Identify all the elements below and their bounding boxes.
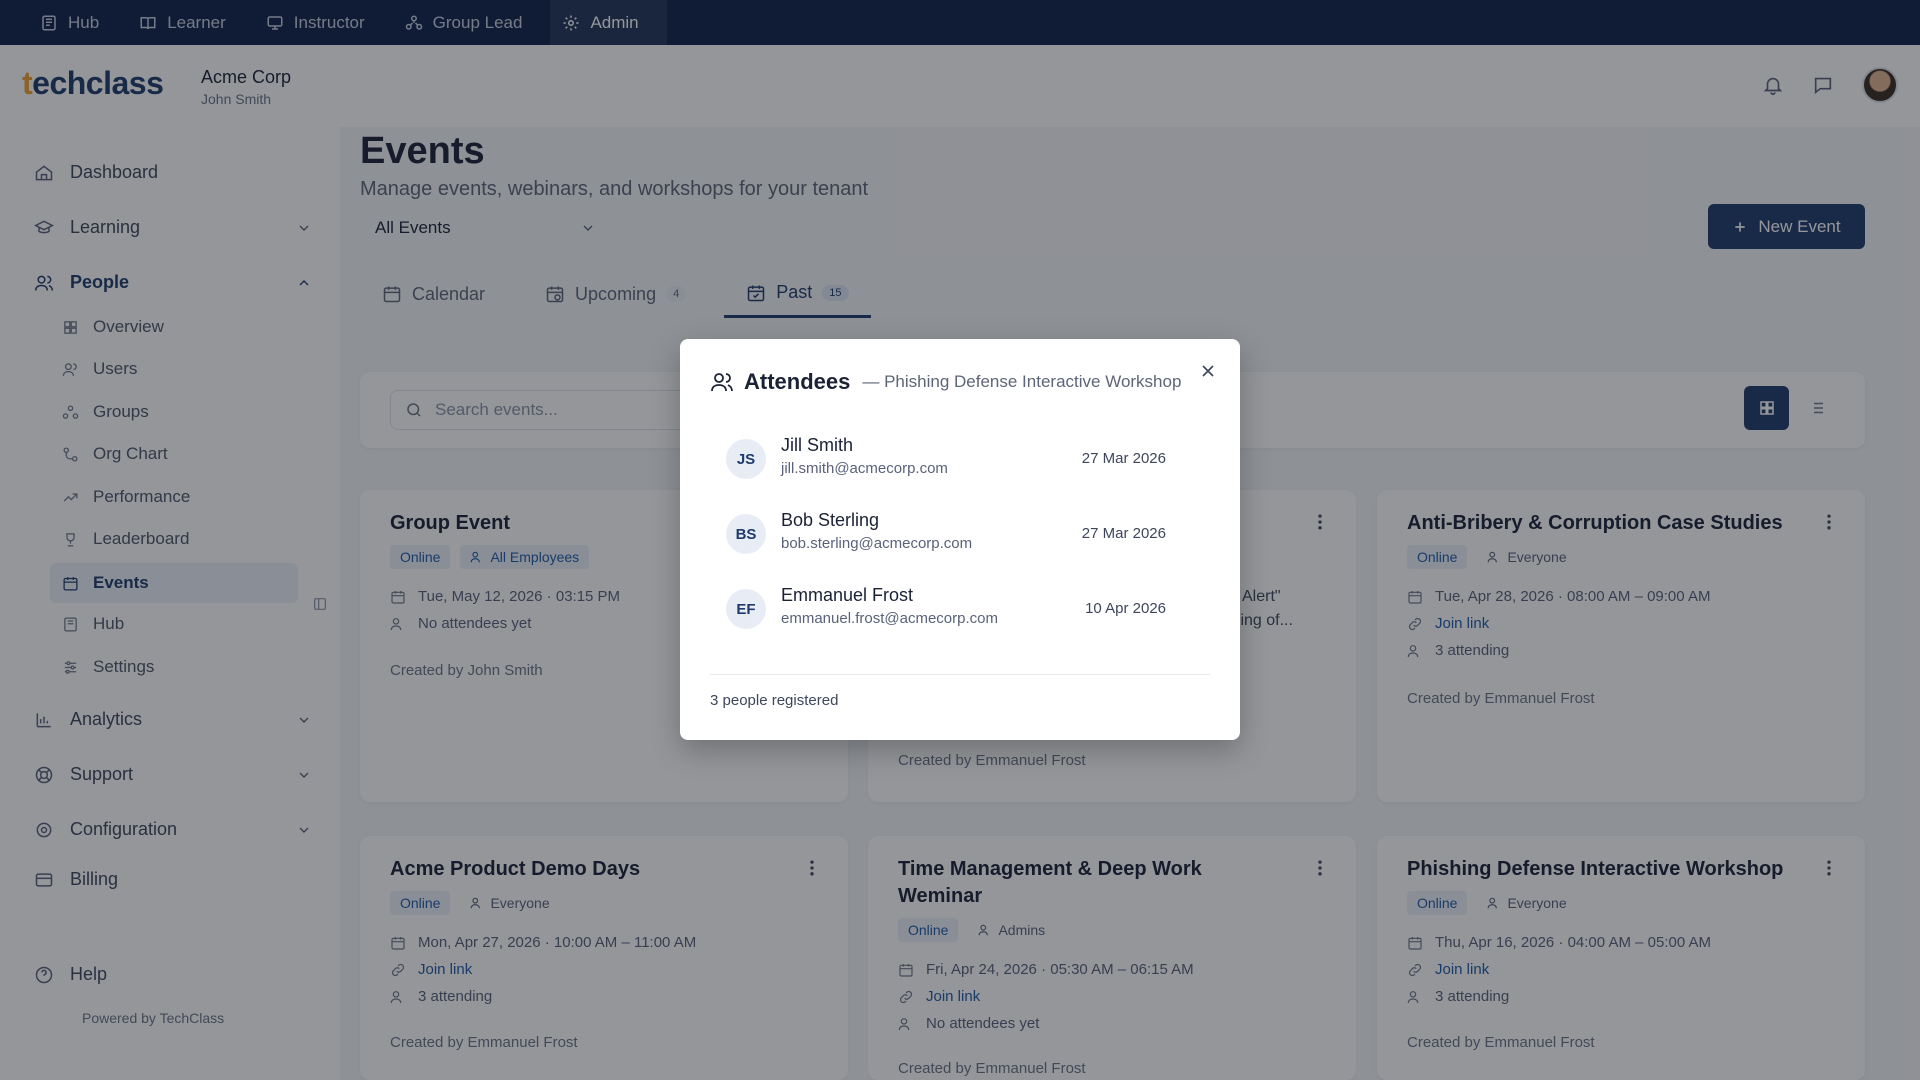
attendee-row: EF Emmanuel Frost emmanuel.frost@acmecor… [726, 581, 1166, 637]
close-icon[interactable] [1198, 361, 1218, 381]
modal-subtitle: — Phishing Defense Interactive Workshop [862, 372, 1182, 391]
modal-divider [710, 674, 1210, 675]
registered-count: 3 people registered [710, 692, 839, 709]
attendee-name: Bob Sterling [781, 510, 880, 530]
attendee-email: jill.smith@acmecorp.com [781, 460, 948, 477]
users-icon [711, 373, 733, 392]
attendee-email: bob.sterling@acmecorp.com [781, 535, 973, 552]
attendee-avatar: BS [726, 514, 766, 554]
attendee-registered-date: 27 Mar 2026 [1081, 450, 1166, 467]
attendee-avatar: JS [726, 439, 766, 479]
attendee-registered-date: 10 Apr 2026 [1085, 600, 1166, 617]
attendee-name: Emmanuel Frost [781, 585, 914, 605]
attendee-row: JS Jill Smith jill.smith@acmecorp.com 27… [726, 431, 1166, 487]
attendee-registered-date: 27 Mar 2026 [1081, 525, 1166, 542]
attendee-name: Jill Smith [781, 435, 854, 455]
attendee-email: emmanuel.frost@acmecorp.com [781, 610, 998, 627]
attendees-modal: Attendees — Phishing Defense Interactive… [680, 339, 1240, 740]
modal-title: Attendees [744, 369, 851, 394]
attendee-avatar: EF [726, 589, 766, 629]
modal-header: Attendees — Phishing Defense Interactive… [710, 369, 1181, 395]
attendee-row: BS Bob Sterling bob.sterling@acmecorp.co… [726, 506, 1166, 562]
